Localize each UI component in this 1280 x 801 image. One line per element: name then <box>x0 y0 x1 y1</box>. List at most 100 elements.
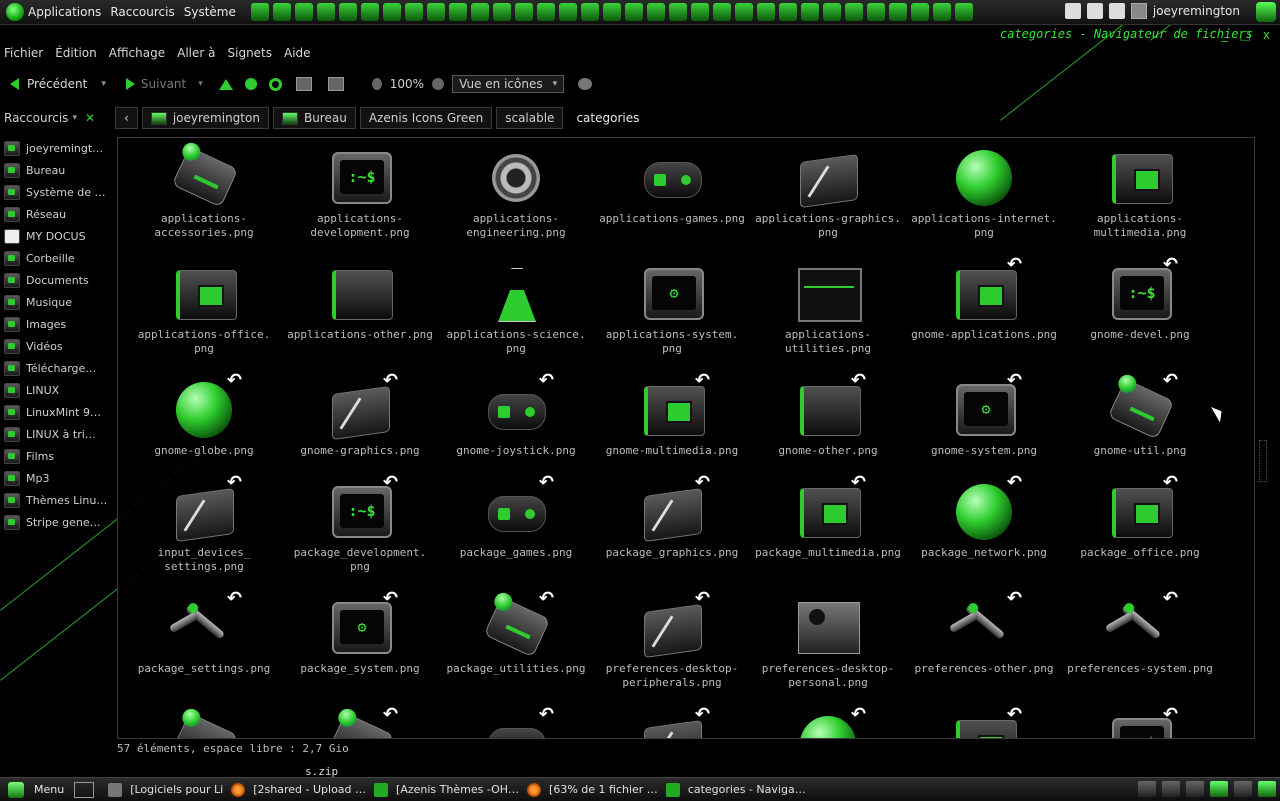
file-item[interactable]: ↶ package_graphics.png <box>594 472 750 560</box>
zoom-in-icon[interactable] <box>432 78 445 90</box>
breadcrumb-categories[interactable]: categories <box>567 107 649 129</box>
close-button[interactable]: x <box>1263 28 1270 42</box>
menu-aller-a[interactable]: Aller à <box>177 46 215 60</box>
file-item[interactable]: ↶ gnome-applications.png <box>906 254 1062 342</box>
forward-button[interactable]: Suivant ▾ <box>116 77 203 91</box>
breadcrumb-azenis[interactable]: Azenis Icons Green <box>359 107 493 129</box>
breadcrumb-home[interactable]: joeyremington <box>141 107 269 129</box>
launcher-icon[interactable] <box>734 3 753 21</box>
menu-systeme[interactable]: Système <box>184 5 236 19</box>
sidebar-mode-select[interactable]: Raccourcis <box>4 111 68 125</box>
sidebar-item[interactable]: Vidéos <box>4 335 107 357</box>
file-item[interactable]: ↶ gnome-multimedia.png <box>594 370 750 458</box>
launcher-icon[interactable] <box>536 3 555 21</box>
launcher-icon[interactable] <box>624 3 643 21</box>
launcher-icon[interactable] <box>932 3 951 21</box>
file-item[interactable]: applications-accessories.png <box>126 146 282 240</box>
zoom-level[interactable]: 100% <box>390 77 424 91</box>
launcher-icon[interactable] <box>360 3 379 21</box>
file-item[interactable]: applications-other.png <box>282 262 438 342</box>
launcher-icon[interactable] <box>580 3 599 21</box>
file-item[interactable]: ↶ package_games.png <box>438 472 594 560</box>
show-desktop-icon[interactable] <box>74 781 95 798</box>
taskbar-button[interactable]: [63% de 1 fichier … <box>527 782 658 797</box>
file-item[interactable]: :~$ ↶ package_development. png <box>282 472 438 574</box>
maximize-button[interactable]: □ <box>1240 28 1251 42</box>
taskbar-button[interactable]: [2shared - Upload … <box>231 782 366 797</box>
file-item[interactable]: ↶ preferences-system.png <box>1062 588 1218 676</box>
file-item[interactable]: ↶ preferences-desktop-peripherals.png <box>594 588 750 690</box>
sidebar-item[interactable]: Mp3 <box>4 467 107 489</box>
forward-history-icon[interactable]: ▾ <box>198 79 203 89</box>
menu-affichage[interactable]: Affichage <box>109 46 165 60</box>
shutdown-icon[interactable] <box>1256 2 1276 22</box>
menu-signets[interactable]: Signets <box>228 46 273 60</box>
file-item[interactable]: ↶ <box>438 704 594 738</box>
update-icon[interactable] <box>1210 781 1228 797</box>
scrollbar[interactable] <box>1257 140 1269 735</box>
chevron-down-icon[interactable]: ▾ <box>72 113 77 123</box>
sidebar-item[interactable]: Corbeille <box>4 247 107 269</box>
stop-icon[interactable] <box>244 78 257 90</box>
launcher-icon[interactable] <box>426 3 445 21</box>
file-item[interactable]: applications-multimedia.png <box>1062 146 1218 240</box>
breadcrumb-bureau[interactable]: Bureau <box>272 107 356 129</box>
file-item[interactable]: ↶ package_multimedia.png <box>750 472 906 560</box>
search-icon[interactable] <box>578 78 593 90</box>
file-item[interactable]: applications-utilities.png <box>750 262 906 356</box>
sidebar-item[interactable]: LINUX à tri… <box>4 423 107 445</box>
trash-icon[interactable] <box>1258 781 1276 797</box>
file-item[interactable]: ↶ package_office.png <box>1062 472 1218 560</box>
file-item[interactable]: ↶ input_devices_ settings.png <box>126 472 282 574</box>
sidebar-item[interactable]: joeyremingt… <box>4 137 107 159</box>
menu-raccourcis[interactable]: Raccourcis <box>110 5 174 19</box>
home-icon[interactable] <box>295 77 312 91</box>
mint-logo-icon[interactable] <box>6 3 24 21</box>
sidebar-item[interactable]: Télécharge… <box>4 357 107 379</box>
launcher-icon[interactable] <box>272 3 291 21</box>
file-item[interactable]: applications-games.png <box>594 146 750 226</box>
breadcrumb-back[interactable]: ‹ <box>115 107 138 129</box>
file-item[interactable]: applications-office. png <box>126 262 282 356</box>
tray-icon[interactable] <box>1086 3 1103 19</box>
file-item[interactable]: ↶ gnome-joystick.png <box>438 370 594 458</box>
file-item[interactable]: :~$↶ <box>1062 704 1218 738</box>
sidebar-item[interactable]: Stripe gene… <box>4 511 107 533</box>
launcher-icon[interactable] <box>492 3 511 21</box>
file-item[interactable]: ↶ <box>750 704 906 738</box>
launcher-icon[interactable] <box>888 3 907 21</box>
file-item[interactable]: :~$ ↶ gnome-devel.png <box>1062 254 1218 342</box>
file-item[interactable]: ⚙ ↶ gnome-system.png <box>906 370 1062 458</box>
file-item[interactable]: ↶ gnome-graphics.png <box>282 370 438 458</box>
breadcrumb-scalable[interactable]: scalable <box>496 107 564 129</box>
launcher-icon[interactable] <box>602 3 621 21</box>
sidebar-item[interactable]: Films <box>4 445 107 467</box>
launcher-icon[interactable] <box>646 3 665 21</box>
menu-button[interactable]: Menu <box>8 781 64 798</box>
file-item[interactable]: applications-graphics. png <box>750 146 906 240</box>
file-item[interactable]: ↶ gnome-globe.png <box>126 370 282 458</box>
up-icon[interactable] <box>218 78 233 90</box>
computer-icon[interactable] <box>327 77 344 91</box>
view-mode-select[interactable]: Vue en icônes ▾ <box>452 75 565 93</box>
file-item[interactable]: ↶ <box>594 704 750 738</box>
menu-aide[interactable]: Aide <box>284 46 311 60</box>
launcher-icon[interactable] <box>514 3 533 21</box>
sidebar-item[interactable]: Images <box>4 313 107 335</box>
taskbar-button[interactable]: [Logiciels pour Li <box>108 782 223 797</box>
sidebar-item[interactable]: Réseau <box>4 203 107 225</box>
minimize-button[interactable]: _ <box>1222 28 1228 42</box>
launcher-icon[interactable] <box>866 3 885 21</box>
file-item[interactable]: ↶ package_utilities.png <box>438 588 594 676</box>
menu-applications[interactable]: Applications <box>28 5 101 19</box>
menu-edition[interactable]: Édition <box>55 46 97 60</box>
launcher-icon[interactable] <box>558 3 577 21</box>
launcher-icon[interactable] <box>316 3 335 21</box>
scrollbar-thumb[interactable] <box>1259 440 1267 482</box>
launcher-icon[interactable] <box>844 3 863 21</box>
zoom-out-icon[interactable] <box>371 78 382 90</box>
file-item[interactable]: ↶ gnome-util.png <box>1062 370 1218 458</box>
username-label[interactable]: joeyremington <box>1153 4 1240 18</box>
taskbar-button[interactable]: [Azenis Thèmes -OH… <box>374 782 519 797</box>
sidebar-item[interactable]: LinuxMint 9… <box>4 401 107 423</box>
